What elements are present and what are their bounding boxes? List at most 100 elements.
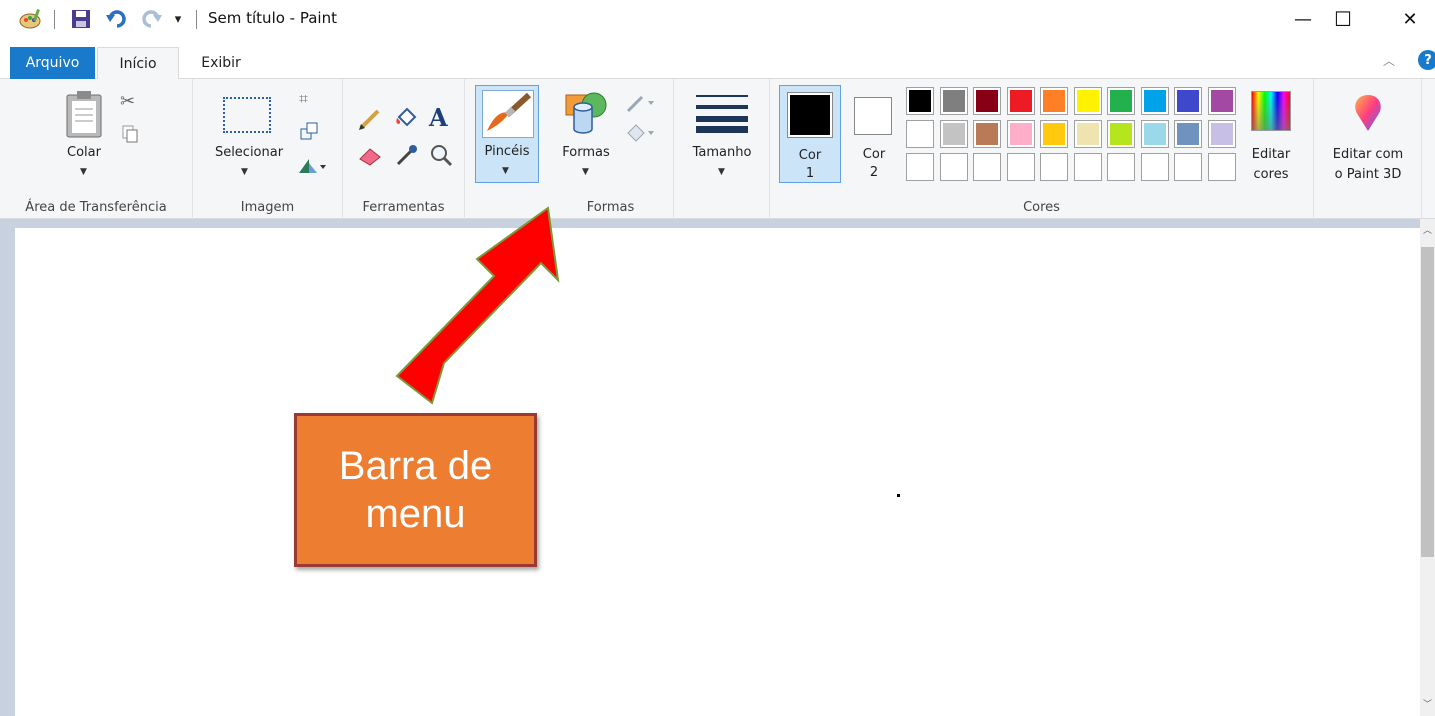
palette-swatch[interactable] [906, 120, 934, 148]
color1-number: 1 [805, 166, 815, 181]
custom-color-slot[interactable] [1073, 153, 1102, 181]
palette-swatch[interactable] [939, 87, 968, 115]
brushes-label: Pincéis [484, 144, 530, 159]
customize-quick-access-icon[interactable]: ▾ [170, 8, 186, 30]
custom-color-slot[interactable] [939, 153, 968, 181]
size-label: Tamanho [692, 145, 752, 160]
brush-icon [482, 90, 534, 138]
eraser-icon[interactable] [358, 145, 384, 169]
custom-color-slot[interactable] [906, 153, 934, 181]
palette-swatch[interactable] [1040, 120, 1068, 148]
callout-line1: Barra de [338, 444, 493, 488]
paste-label: Colar [67, 145, 101, 160]
tab-exibir[interactable]: Exibir [186, 47, 256, 79]
save-icon[interactable] [68, 8, 94, 30]
palette-swatch[interactable] [1207, 120, 1236, 148]
palette-swatch[interactable] [939, 120, 968, 148]
scroll-up-icon[interactable]: ︿ [1423, 223, 1432, 236]
shapes-label: Formas [562, 145, 610, 160]
palette-swatch[interactable] [1207, 87, 1236, 115]
palette-swatch[interactable] [1174, 87, 1202, 115]
shapes-button[interactable]: Formas ▼ [556, 89, 616, 184]
outline-icon[interactable] [624, 93, 660, 115]
chevron-down-icon: ▼ [80, 167, 87, 177]
paste-button[interactable]: Colar ▼ [60, 89, 108, 184]
redo-icon[interactable] [138, 8, 164, 30]
palette-swatch[interactable] [1073, 87, 1102, 115]
palette-swatch[interactable] [1006, 120, 1035, 148]
fill-icon[interactable] [624, 123, 660, 145]
color1-label: Cor [798, 148, 822, 163]
magnifier-icon[interactable] [429, 143, 455, 169]
vertical-scrollbar[interactable]: ︿ ﹀ [1420, 219, 1435, 716]
palette-swatch[interactable] [1006, 87, 1035, 115]
group-label-clipboard: Área de Transferência [25, 200, 167, 215]
color-picker-icon[interactable] [395, 143, 421, 169]
color2-button[interactable]: Cor 2 [846, 85, 902, 183]
custom-color-slot[interactable] [1006, 153, 1035, 181]
help-icon[interactable]: ? [1418, 50, 1435, 70]
chevron-down-icon: ▼ [718, 167, 725, 177]
rotate-icon[interactable] [297, 155, 329, 177]
pencil-icon[interactable] [358, 107, 382, 131]
chevron-down-icon: ▼ [241, 167, 248, 177]
color2-label: Cor [862, 147, 886, 162]
paint3d-icon [1355, 95, 1381, 131]
brushes-button[interactable]: Pincéis ▼ [475, 85, 539, 183]
palette-swatch[interactable] [973, 87, 1001, 115]
paint-window: ▾ Sem título - Paint — ☐ ✕ Arquivo Iníci… [0, 0, 1435, 716]
tab-inicio[interactable]: Início [97, 47, 179, 80]
group-paint3d: Editar com o Paint 3D [1314, 79, 1422, 219]
palette-swatch[interactable] [1107, 87, 1135, 115]
copy-icon[interactable] [120, 124, 142, 146]
maximize-button[interactable]: ☐ [1320, 0, 1366, 38]
cut-icon[interactable]: ✂ [120, 91, 142, 113]
resize-icon[interactable] [299, 121, 321, 143]
select-button[interactable]: Selecionar ▼ [205, 89, 293, 184]
group-label-tools: Ferramentas [362, 200, 445, 215]
custom-color-slot[interactable] [1174, 153, 1202, 181]
size-button[interactable]: Tamanho ▼ [684, 89, 760, 184]
color-palette [906, 87, 1242, 189]
scrollbar-thumb[interactable] [1421, 247, 1434, 557]
palette-swatch[interactable] [1107, 120, 1135, 148]
palette-swatch[interactable] [973, 120, 1001, 148]
paint3d-label-line2: o Paint 3D [1334, 167, 1402, 182]
custom-color-slot[interactable] [1140, 153, 1169, 181]
undo-icon[interactable] [104, 8, 130, 30]
group-label-image: Imagem [240, 200, 295, 215]
group-colors: Cor 1 Cor 2 Editar cores Cores [770, 79, 1314, 219]
close-button[interactable]: ✕ [1387, 0, 1433, 38]
separator [196, 10, 197, 29]
window-title: Sem título - Paint [208, 9, 337, 27]
palette-swatch[interactable] [1140, 87, 1169, 115]
drawing-canvas[interactable] [15, 228, 1420, 716]
crop-icon[interactable]: ⌗ [299, 89, 321, 111]
tab-arquivo[interactable]: Arquivo [10, 47, 95, 79]
fill-bucket-icon[interactable] [393, 105, 421, 131]
palette-swatch[interactable] [1040, 87, 1068, 115]
palette-swatch[interactable] [1073, 120, 1102, 148]
scroll-down-icon[interactable]: ﹀ [1423, 697, 1432, 710]
palette-swatch[interactable] [1174, 120, 1202, 148]
edit-with-paint3d-button[interactable]: Editar com o Paint 3D [1318, 87, 1418, 187]
custom-color-slot[interactable] [1040, 153, 1068, 181]
ribbon: Colar ▼ ✂ Área de Transferência Selecion… [0, 79, 1435, 219]
edit-colors-button[interactable]: Editar cores [1242, 87, 1300, 187]
palette-swatch[interactable] [906, 87, 934, 115]
custom-color-slot[interactable] [1107, 153, 1135, 181]
line-width-icon [696, 95, 748, 133]
separator [54, 10, 55, 29]
paint-app-icon[interactable] [18, 8, 44, 30]
annotation-callout: Barra de menu [294, 413, 537, 567]
text-tool-icon[interactable]: A [429, 103, 455, 132]
custom-color-slot[interactable] [973, 153, 1001, 181]
select-label: Selecionar [214, 145, 284, 160]
custom-color-slot[interactable] [1207, 153, 1236, 181]
ribbon-tabs: Arquivo Início Exibir ︿ ? [0, 40, 1435, 80]
color1-button[interactable]: Cor 1 [779, 85, 841, 183]
edit-colors-label-line2: cores [1253, 167, 1289, 182]
palette-swatch[interactable] [1140, 120, 1169, 148]
collapse-ribbon-icon[interactable]: ︿ [1383, 52, 1395, 69]
title-bar: ▾ Sem título - Paint — ☐ ✕ [0, 0, 1435, 40]
